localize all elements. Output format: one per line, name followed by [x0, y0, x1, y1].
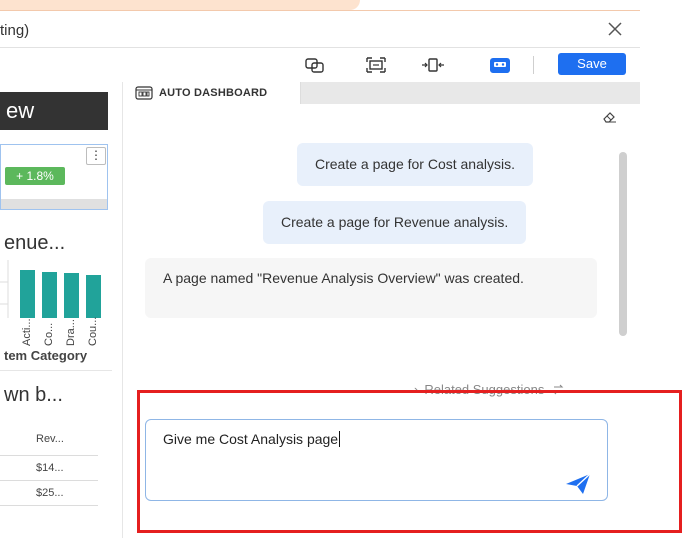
save-button[interactable]: Save — [558, 53, 626, 75]
resize-width-icon[interactable] — [421, 55, 445, 75]
chart-bar — [20, 270, 35, 318]
prompt-input[interactable]: Give me Cost Analysis page — [145, 419, 608, 501]
chart-bar — [86, 275, 101, 318]
chart-tick-label: Dra... — [65, 319, 77, 346]
user-message: Create a page for Cost analysis. — [297, 143, 533, 186]
table-divider — [0, 455, 98, 456]
related-suggestions-label: Related Suggestions — [424, 382, 545, 397]
related-suggestions-toggle[interactable]: › Related Suggestions — [414, 382, 564, 397]
revenue-widget-title: enue... — [4, 232, 66, 254]
robot-assistant-icon[interactable] — [488, 55, 512, 75]
dashboard-canvas: ew ⋮ + 1.8% enue... Acti... Co... Dra...… — [0, 82, 123, 538]
user-message: Create a page for Revenue analysis. — [263, 201, 527, 244]
table-cell: $14... — [36, 462, 64, 474]
disclaimer-text-cut-off — [151, 508, 621, 518]
tab-label: AUTO DASHBOARD — [159, 87, 268, 99]
chat-scrollbar[interactable] — [619, 152, 627, 336]
kpi-change-badge: + 1.8% — [5, 167, 65, 185]
dialog-title-bar: ting) — [0, 13, 640, 48]
designer-toolbar: Save — [0, 48, 640, 82]
dialog-title: ting) — [0, 22, 30, 39]
close-icon[interactable] — [604, 18, 626, 40]
assistant-message: A page named "Revenue Analysis Overview"… — [145, 258, 597, 318]
kpi-card[interactable]: ⋮ + 1.8% — [0, 144, 108, 210]
eraser-icon[interactable] — [601, 110, 617, 124]
panel-tab-strip: AUTO DASHBOARD — [123, 82, 640, 104]
chevron-right-icon: › — [414, 382, 419, 397]
chart-bar — [42, 272, 57, 318]
category-bar-chart[interactable]: Acti... Co... Dra... Cou... — [0, 260, 112, 356]
copy-layout-icon[interactable] — [303, 55, 327, 75]
prompt-input-value: Give me Cost Analysis page — [163, 431, 341, 447]
send-icon[interactable] — [564, 472, 592, 496]
chat-history: Create a page for Cost analysis. Create … — [123, 132, 620, 382]
table-column-header[interactable]: Rev... — [36, 433, 64, 445]
tab-auto-dashboard[interactable]: AUTO DASHBOARD — [123, 82, 301, 104]
auto-dashboard-panel: AUTO DASHBOARD Create a page for Cost an… — [123, 82, 640, 538]
chart-tick-label: Cou... — [87, 317, 99, 346]
chart-tick-label: Acti... — [21, 318, 33, 346]
kpi-card-footer — [1, 199, 107, 209]
chart-tick-label: Co... — [43, 323, 55, 346]
chart-bar — [64, 273, 79, 318]
kpi-more-menu-icon[interactable]: ⋮ — [86, 147, 106, 165]
chart-x-axis-label: tem Category — [4, 348, 88, 363]
dashboard-title-banner[interactable]: ew — [0, 92, 108, 130]
table-cell: $25... — [36, 487, 64, 499]
breakdown-widget-title: wn b... — [4, 384, 63, 406]
table-divider — [0, 505, 98, 506]
toolbar-separator — [533, 56, 534, 74]
fit-screen-icon[interactable] — [364, 55, 388, 75]
dashboard-icon — [135, 86, 153, 100]
table-divider — [0, 480, 98, 481]
top-banner-line — [0, 10, 640, 11]
widget-separator — [0, 370, 112, 371]
text-caret — [339, 431, 341, 447]
refresh-icon[interactable] — [552, 384, 564, 395]
top-banner-band — [0, 0, 360, 10]
top-banner-strip — [0, 0, 694, 12]
